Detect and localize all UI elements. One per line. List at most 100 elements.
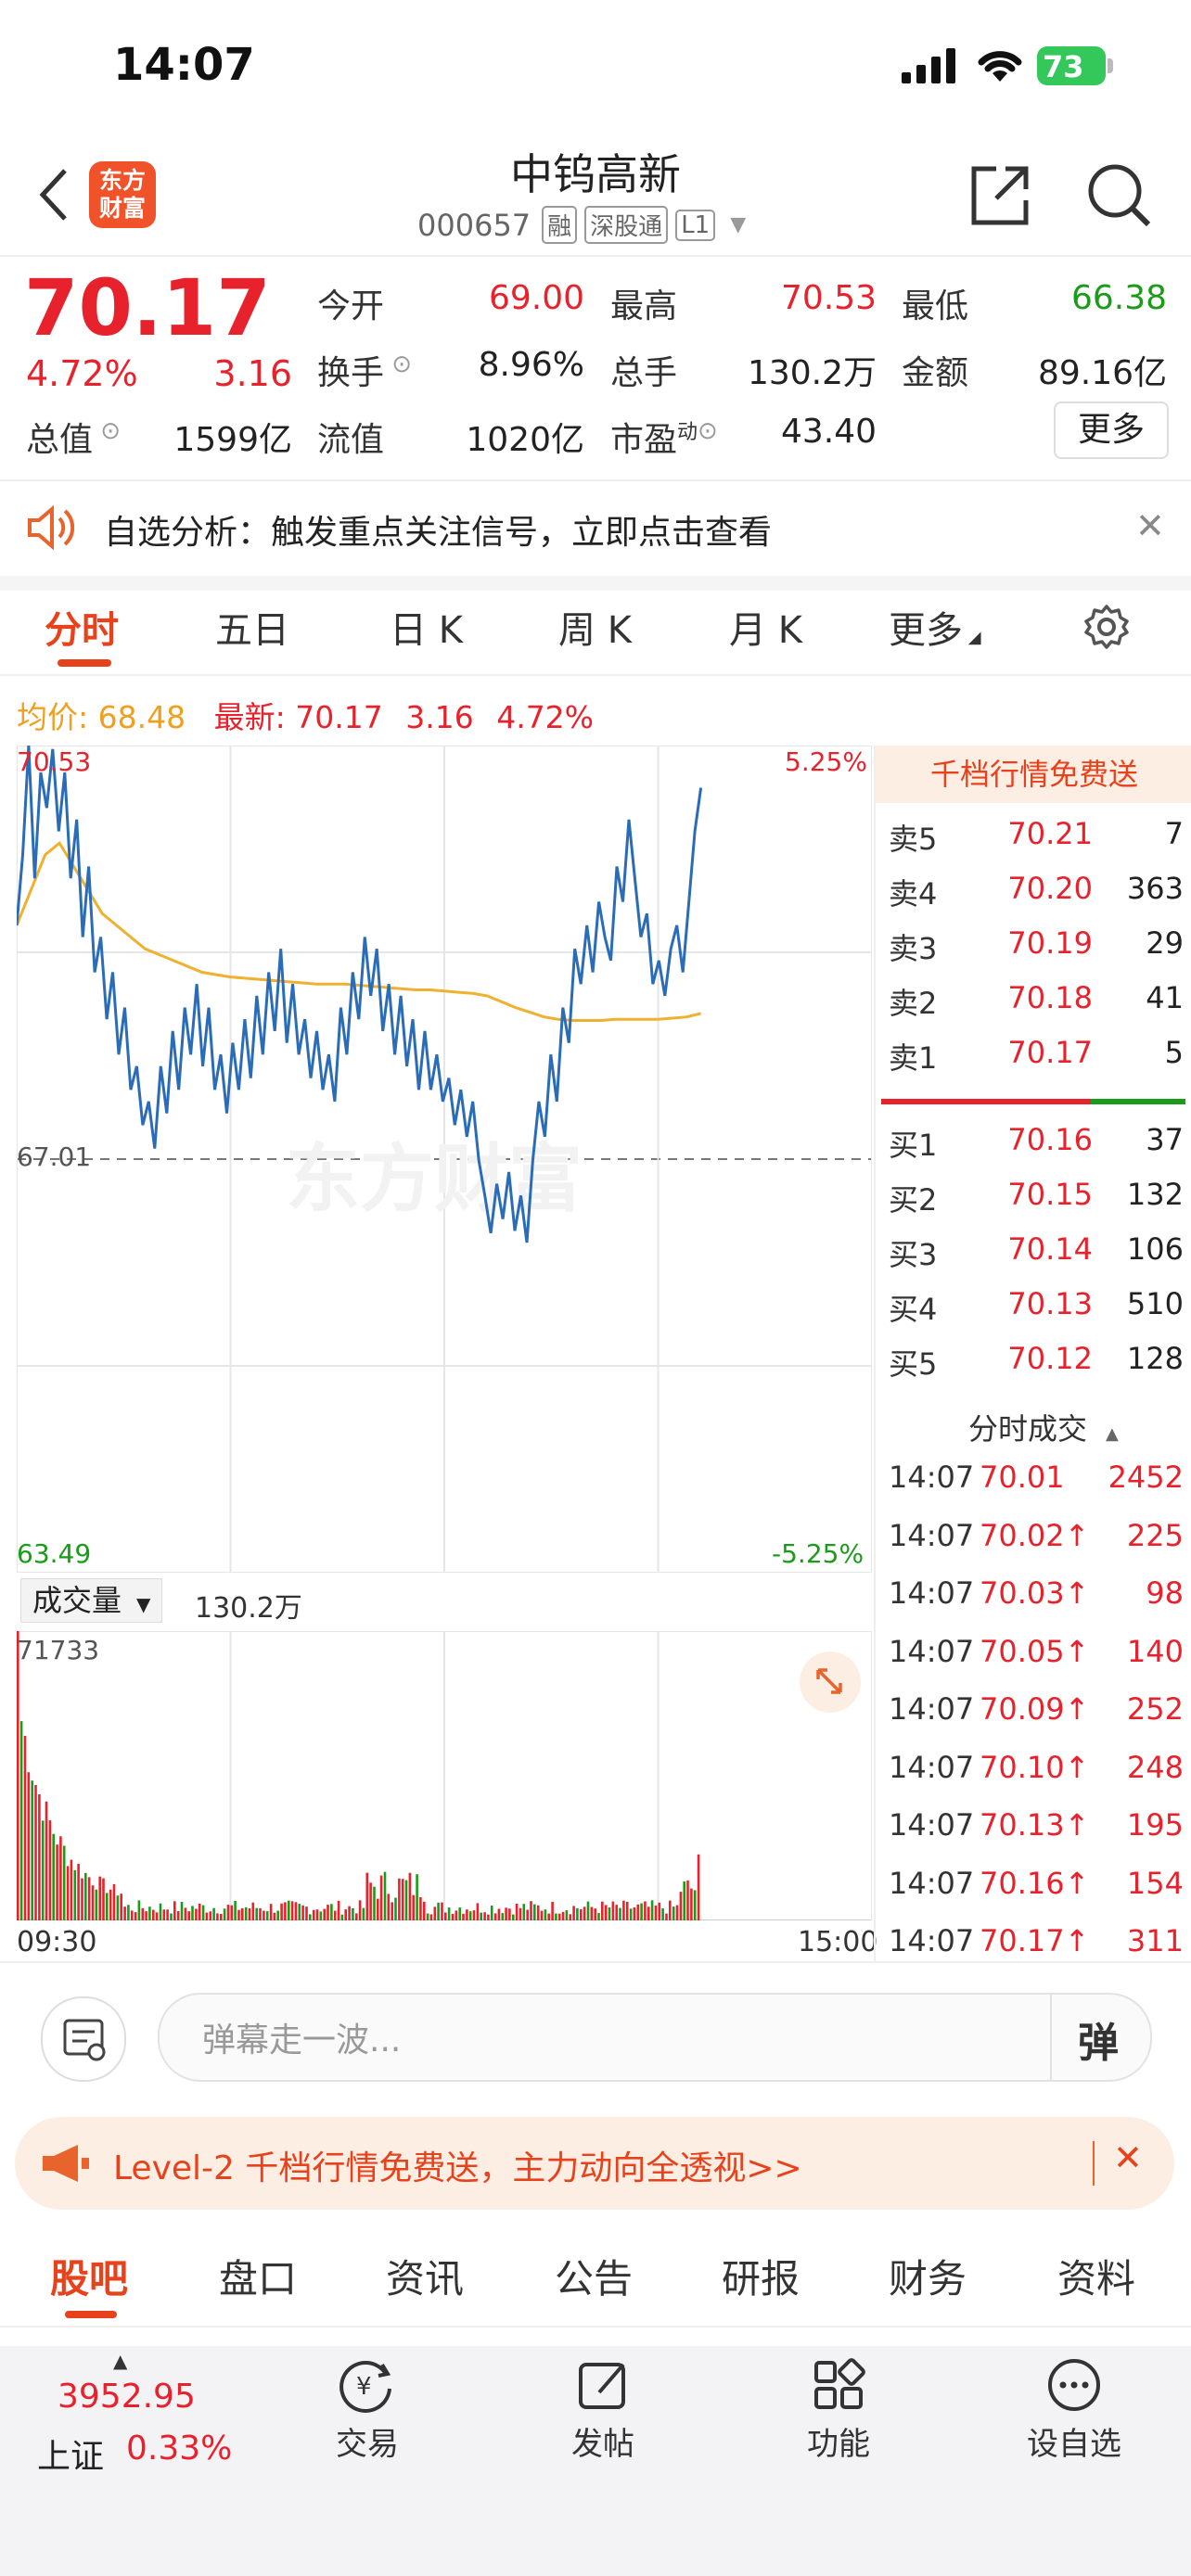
volume-chart[interactable]	[17, 1631, 872, 1920]
volume-bar	[216, 1913, 219, 1920]
back-arrow-icon[interactable]	[35, 167, 72, 223]
volume-bar	[319, 1911, 323, 1920]
edit-pen-icon	[579, 2363, 625, 2409]
app-logo[interactable]: 东方 财富	[89, 161, 156, 228]
trade-row-price: 70.10↑	[980, 1749, 1090, 1785]
low-label: 最低	[902, 287, 969, 325]
more-button[interactable]: 更多	[1054, 402, 1169, 459]
volume-bar	[309, 1914, 312, 1920]
trade-row-volume: 140	[1126, 1633, 1184, 1669]
volume-bar	[423, 1901, 426, 1920]
volume-bar	[583, 1906, 586, 1920]
volume-bar	[187, 1911, 190, 1920]
volume-bar	[155, 1912, 159, 1920]
volume-bar	[594, 1908, 596, 1920]
danmu-input[interactable]: 弹幕走一波... 弹	[158, 1993, 1152, 2082]
tab-announcements[interactable]: 公告	[555, 2248, 633, 2304]
volume-bar	[515, 1904, 519, 1920]
sell-order-row-price: 70.19	[1007, 925, 1093, 961]
price-chart[interactable]: 东方财富	[17, 746, 872, 1573]
volume-bar	[429, 1914, 433, 1920]
volume-bar	[41, 1820, 45, 1920]
search-icon[interactable]	[1085, 161, 1152, 228]
tab-research[interactable]: 研报	[722, 2248, 800, 2304]
tab-order-book[interactable]: 盘口	[219, 2248, 297, 2304]
sell-order-row-price: 70.17	[1007, 1035, 1093, 1070]
danmu-button[interactable]: 弹	[1078, 2009, 1119, 2069]
tab-forum[interactable]: 股吧	[50, 2248, 128, 2304]
tab-functions[interactable]: 功能	[792, 2355, 885, 2464]
volume-bar	[661, 1907, 664, 1920]
buy-order-row-price: 70.12	[1007, 1341, 1093, 1376]
tab-trade[interactable]: ¥ 交易	[321, 2355, 414, 2464]
tab-news[interactable]: 资讯	[386, 2248, 464, 2304]
promo-banner[interactable]: 千档行情免费送	[876, 746, 1191, 803]
notice-bar[interactable]: 自选分析：触发重点关注信号，立即点击查看 ✕	[0, 481, 1191, 591]
level2-ad-bar[interactable]: Level-2 千档行情免费送，主力动向全透视>> ✕	[15, 2117, 1174, 2210]
volume-bar	[116, 1895, 120, 1920]
tab-profile[interactable]: 资料	[1057, 2248, 1135, 2304]
tab-more[interactable]: 更多 ◢	[889, 600, 981, 654]
index-pct: 0.33%	[126, 2429, 233, 2468]
tab-weekly-k[interactable]: 周 K	[558, 600, 632, 654]
quote-panel: 70.17 4.72% 3.16 总值 ⊙ 1599亿 今开 69.00 换手 …	[0, 257, 1191, 481]
chevron-down-icon[interactable]: ▼	[730, 213, 746, 236]
volume-bar	[555, 1913, 557, 1920]
sell-order-row: 卖1 70.17 5	[876, 1035, 1191, 1081]
tab-post[interactable]: 发帖	[557, 2355, 649, 2464]
volume-bar	[697, 1854, 700, 1920]
buy-order-row-volume: 37	[1146, 1122, 1184, 1157]
volume-bar	[123, 1906, 126, 1920]
tag-level: L1	[675, 209, 716, 241]
volume-bar	[419, 1897, 422, 1920]
volume-bar	[212, 1907, 215, 1920]
volume-bar	[237, 1909, 240, 1920]
close-icon[interactable]: ✕	[1135, 505, 1165, 546]
expand-icon[interactable]	[800, 1651, 861, 1713]
volume-bar	[444, 1912, 447, 1920]
volume-bar	[95, 1889, 98, 1920]
chart-pct-up-label: 5.25%	[785, 746, 867, 777]
tab-five-day[interactable]: 五日	[215, 600, 289, 654]
trade-row-price: 70.16↑	[980, 1865, 1090, 1901]
signal-icon	[902, 48, 959, 83]
volume-bar	[137, 1900, 141, 1920]
volume-bar	[148, 1906, 151, 1920]
tab-intraday[interactable]: 分时	[45, 600, 119, 654]
volume-bar	[404, 1880, 408, 1920]
volume-bar	[301, 1905, 304, 1920]
trade-row-volume: 154	[1126, 1865, 1184, 1901]
volume-bar	[251, 1902, 255, 1920]
collapse-caret-icon: ▲	[1106, 1424, 1119, 1444]
tab-daily-k[interactable]: 日 K	[390, 600, 463, 654]
mktcap-label: 总值 ⊙	[26, 417, 122, 459]
volume-bars	[17, 1631, 700, 1920]
volume-bar	[650, 1900, 654, 1920]
share-icon[interactable]	[968, 163, 1033, 228]
tab-finance[interactable]: 财务	[889, 2248, 967, 2304]
volume-bar	[391, 1902, 393, 1920]
comment-list-icon[interactable]	[41, 1996, 126, 2082]
buy-order-row-label: 买4	[889, 1292, 938, 1327]
tab-add-watchlist[interactable]: 设自选	[1018, 2355, 1130, 2464]
sell-order-row-label: 卖5	[889, 822, 938, 857]
volume-bar	[557, 1913, 561, 1920]
dropdown-caret-icon: ▼	[136, 1593, 151, 1615]
tab-monthly-k[interactable]: 月 K	[729, 600, 802, 654]
volume-bar	[120, 1894, 122, 1920]
trade-yen-icon: ¥	[339, 2360, 391, 2413]
ad-close-icon[interactable]: ✕	[1113, 2137, 1143, 2178]
sell-order-row-volume: 7	[1164, 816, 1184, 851]
buy-order-row-label: 买1	[889, 1128, 938, 1163]
settings-gear-icon[interactable]	[1083, 604, 1130, 650]
volume-bar	[601, 1901, 604, 1920]
volume-bar	[269, 1904, 273, 1920]
volume-selector[interactable]: 成交量 ▼	[20, 1578, 163, 1623]
ad-divider	[1093, 2141, 1095, 2186]
volume-bar	[230, 1905, 234, 1920]
index-widget[interactable]: ▲ 3952.95 上证 0.33%	[37, 2346, 250, 2485]
buy-order-row: 买5 70.12 128	[876, 1341, 1191, 1387]
trades-title[interactable]: 分时成交 ▲	[968, 1406, 1119, 1448]
volume-bar	[91, 1885, 95, 1920]
index-value: 3952.95	[58, 2378, 196, 2416]
